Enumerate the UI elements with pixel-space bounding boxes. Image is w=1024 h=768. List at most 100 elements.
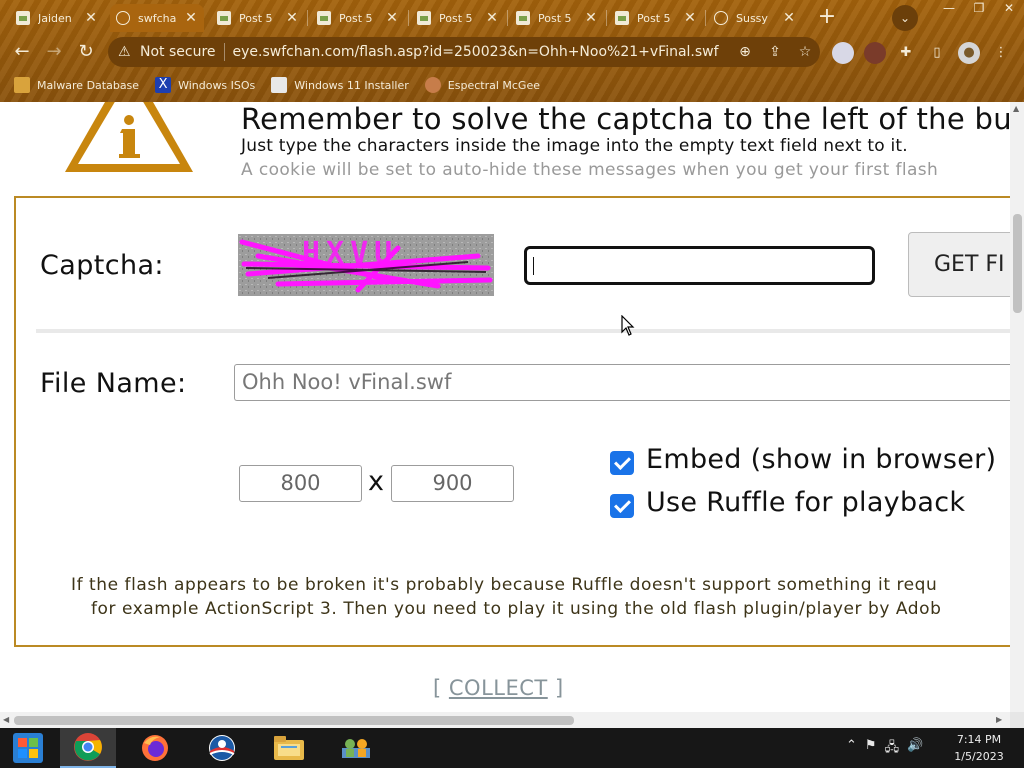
page-content: Remember to solve the captcha to the lef…: [0, 102, 1010, 712]
embed-label[interactable]: Embed (show in browser): [646, 444, 996, 475]
new-tab-button[interactable]: +: [814, 5, 840, 31]
image-favicon-icon: [217, 11, 231, 25]
scroll-right-arrow-icon[interactable]: ▶: [996, 715, 1002, 724]
warning-info-icon: [65, 102, 193, 172]
security-label[interactable]: Not secure: [140, 44, 216, 60]
image-favicon-icon: [16, 11, 30, 25]
form-divider: [36, 329, 1010, 333]
user-avatar-icon[interactable]: ●: [958, 42, 980, 64]
close-tab-icon[interactable]: ✕: [84, 10, 98, 26]
url-text[interactable]: eye.swfchan.com/flash.asp?id=250023&n=Oh…: [233, 44, 730, 60]
bookmarks-bar: Malware Database X Windows ISOs Windows …: [0, 72, 1024, 98]
image-favicon-icon: [317, 11, 331, 25]
ruffle-info-line-1: If the flash appears to be broken it's p…: [71, 575, 938, 595]
get-file-button[interactable]: GET FI: [908, 232, 1010, 297]
vertical-scrollbar[interactable]: ▲: [1010, 102, 1024, 712]
bookmark-windows-11-installer[interactable]: Windows 11 Installer: [271, 77, 409, 93]
bookmark-espectral-mcgee[interactable]: Espectral McGee: [424, 77, 540, 93]
scroll-left-arrow-icon[interactable]: ◀: [3, 715, 9, 724]
embed-checkbox[interactable]: [610, 451, 634, 475]
close-tab-icon[interactable]: ✕: [683, 10, 697, 26]
browser-toolbar: ← → ↻ ⚠ Not secure eye.swfchan.com/flash…: [0, 34, 1024, 70]
close-bracket: ]: [554, 676, 564, 700]
taskbar-clock[interactable]: 7:14 PM 1/5/2023: [944, 731, 1014, 765]
side-panel-icon[interactable]: ▯: [926, 42, 948, 64]
tab-swfchan[interactable]: swfcha ✕: [110, 4, 204, 32]
reload-icon[interactable]: ↻: [74, 40, 98, 64]
tab-title: Post 5: [637, 11, 671, 25]
forward-arrow-icon[interactable]: →: [42, 40, 66, 64]
width-field[interactable]: 800: [239, 465, 362, 502]
tab-title: Sussy: [736, 11, 768, 25]
image-favicon-icon: [271, 77, 288, 93]
ruffle-label[interactable]: Use Ruffle for playback: [646, 487, 965, 518]
tab-post-5[interactable]: Post 5 ✕: [211, 4, 305, 32]
close-tab-icon[interactable]: ✕: [485, 10, 499, 26]
scroll-up-arrow-icon[interactable]: ▲: [1013, 104, 1019, 113]
tab-post-5[interactable]: Post 5 ✕: [411, 4, 505, 32]
captcha-input[interactable]: [524, 246, 875, 285]
chevron-up-icon[interactable]: ⌃: [846, 738, 857, 760]
folder-favicon-icon: [14, 77, 30, 93]
collect-link[interactable]: COLLECT: [449, 676, 548, 700]
horizontal-scrollbar[interactable]: ◀ ▶: [0, 712, 1010, 728]
dimension-separator: x: [368, 466, 384, 497]
height-field[interactable]: 900: [391, 465, 514, 502]
tab-sussy[interactable]: Sussy ✕: [708, 4, 802, 32]
notice-cookie-note: A cookie will be set to auto-hide these …: [241, 160, 939, 180]
tab-post-5[interactable]: Post 5 ✕: [510, 4, 604, 32]
file-name-label: File Name:: [40, 368, 187, 399]
obama-logo-icon[interactable]: [194, 728, 250, 768]
vertical-scroll-thumb[interactable]: [1013, 214, 1022, 313]
horizontal-scroll-thumb[interactable]: [14, 716, 574, 725]
share-icon[interactable]: ⇪: [760, 44, 790, 60]
restore-icon[interactable]: ❐: [964, 0, 994, 18]
open-bracket: [: [433, 676, 442, 700]
file-explorer-icon[interactable]: [261, 728, 317, 768]
close-window-icon[interactable]: ✕: [994, 0, 1024, 18]
tab-jaiden[interactable]: Jaiden ✕: [10, 4, 104, 32]
captcha-text: HXVU: [302, 236, 399, 271]
tab-separator: [507, 10, 508, 26]
network-people-icon[interactable]: [328, 728, 384, 768]
firefox-icon[interactable]: [127, 728, 183, 768]
image-favicon-icon: [615, 11, 629, 25]
close-tab-icon[interactable]: ✕: [184, 10, 198, 26]
profile-extension-icon[interactable]: [864, 42, 886, 64]
mouse-pointer-icon: [621, 315, 635, 336]
address-bar[interactable]: ⚠ Not secure eye.swfchan.com/flash.asp?i…: [108, 37, 820, 67]
back-arrow-icon[interactable]: ←: [10, 40, 34, 64]
bookmark-windows-isos[interactable]: X Windows ISOs: [155, 77, 255, 93]
close-tab-icon[interactable]: ✕: [584, 10, 598, 26]
puzzle-extensions-icon[interactable]: ✚: [895, 42, 917, 64]
chrome-icon[interactable]: [60, 728, 116, 768]
tab-separator: [408, 10, 409, 26]
ruffle-checkbox[interactable]: [610, 494, 634, 518]
tab-post-5[interactable]: Post 5 ✕: [609, 4, 703, 32]
minimize-icon[interactable]: —: [934, 0, 964, 18]
bookmark-label: Espectral McGee: [447, 78, 540, 92]
clock-date: 1/5/2023: [954, 750, 1004, 763]
warning-triangle-icon[interactable]: ⚠: [118, 44, 134, 60]
tab-post-5[interactable]: Post 5 ✕: [311, 4, 405, 32]
windows-taskbar: ⌃ ⚑ 🖧 🔊 7:14 PM 1/5/2023: [0, 728, 1024, 768]
bookmark-label: Malware Database: [37, 78, 140, 92]
close-tab-icon[interactable]: ✕: [782, 10, 796, 26]
flash-download-form: Captcha: HXVU GET FI File Name: Ohh Noo!…: [14, 196, 1010, 647]
volume-icon[interactable]: 🔊: [907, 738, 923, 760]
bookmark-malware-database[interactable]: Malware Database: [14, 77, 139, 93]
captcha-image: HXVU: [238, 234, 494, 296]
bookmark-label: Windows 11 Installer: [294, 78, 409, 92]
tab-title: Post 5: [439, 11, 473, 25]
close-tab-icon[interactable]: ✕: [385, 10, 399, 26]
kebab-menu-icon[interactable]: ⋮: [990, 42, 1012, 64]
windows-start-icon[interactable]: [0, 728, 56, 768]
zoom-icon[interactable]: ⊕: [730, 44, 760, 60]
extension-badge-icon[interactable]: [832, 42, 854, 64]
tab-search-button[interactable]: ⌄: [892, 5, 918, 31]
network-icon[interactable]: 🖧: [885, 738, 900, 760]
file-name-field[interactable]: Ohh Noo! vFinal.swf: [234, 364, 1010, 401]
close-tab-icon[interactable]: ✕: [285, 10, 299, 26]
bookmark-star-icon[interactable]: ☆: [790, 44, 820, 60]
action-center-flag-icon[interactable]: ⚑: [865, 738, 877, 760]
